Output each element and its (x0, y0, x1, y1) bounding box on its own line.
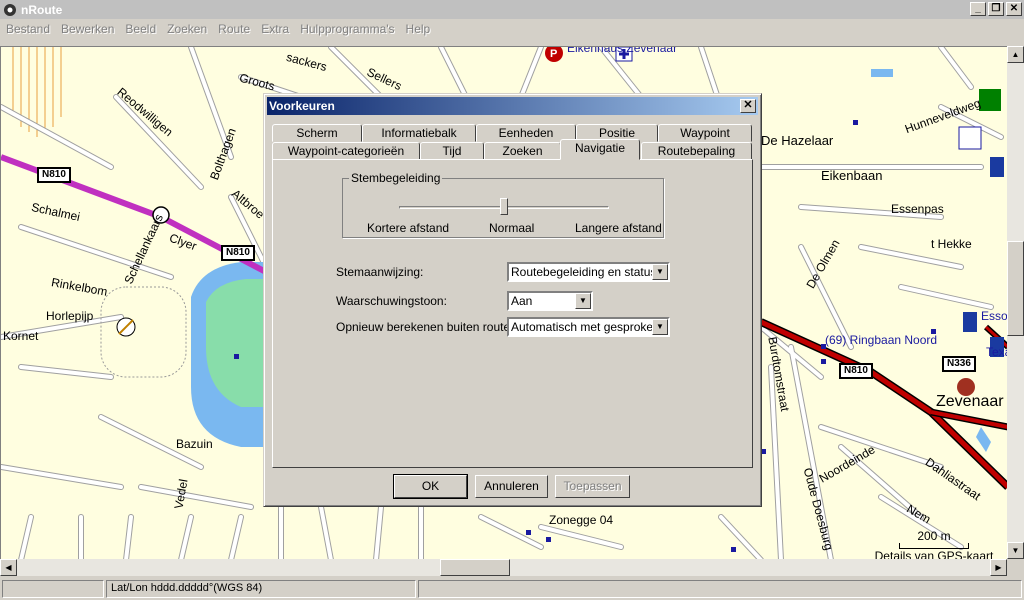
tab-tijd[interactable]: Tijd (420, 142, 484, 160)
map-label: Texa (986, 345, 1007, 359)
window-title: nRoute (21, 2, 63, 17)
scale-label: 200 m (917, 529, 951, 543)
chevron-down-icon[interactable]: ▼ (575, 293, 591, 309)
stemaanwijzing-label: Stemaanwijzing: (336, 265, 424, 279)
tab-navigatie[interactable]: Navigatie (560, 139, 640, 160)
ok-button[interactable]: OK (393, 474, 468, 499)
horizontal-scrollbar[interactable]: ◀ ▶ (0, 559, 1007, 576)
scroll-up-icon[interactable]: ▲ (1007, 46, 1024, 63)
waarschuwingstoon-label: Waarschuwingstoon: (336, 294, 447, 308)
menu-extra[interactable]: Extra (261, 22, 289, 36)
vertical-scroll-thumb[interactable] (1007, 241, 1024, 336)
road-shield: N810 (221, 245, 255, 261)
tab-scherm[interactable]: Scherm (272, 124, 362, 142)
map-label: Eikenbaan (821, 168, 883, 183)
dialog-title-bar: Voorkeuren ✕ (267, 97, 758, 115)
slider-max-label: Langere afstand (575, 221, 662, 235)
status-cell-empty (418, 580, 1022, 598)
map-label: Horlepijp (46, 309, 94, 323)
opnieuw-berekenen-value: Automatisch met gesproken al (511, 320, 670, 334)
menu-bestand[interactable]: Bestand (6, 22, 50, 36)
status-cell-empty (2, 580, 104, 598)
map-label: Zevenaar (936, 393, 1004, 410)
stembegeleiding-group: Stembegeleiding Kortere afstand Normaal … (342, 171, 664, 238)
svg-text:P: P (550, 48, 557, 60)
vertical-scrollbar[interactable]: ▲ ▼ (1007, 46, 1024, 559)
minimize-button[interactable]: _ (970, 2, 986, 16)
menu-beeld[interactable]: Beeld (125, 22, 156, 36)
distance-slider-thumb[interactable] (500, 198, 508, 215)
cancel-button[interactable]: Annuleren (475, 475, 548, 498)
map-label: Essenpas (891, 202, 944, 216)
opnieuw-berekenen-label: Opnieuw berekenen buiten route: (336, 320, 514, 334)
status-latlon: Lat/Lon hddd.ddddd°(WGS 84) (106, 580, 416, 598)
group-title: Stembegeleiding (349, 171, 443, 185)
waarschuwingstoon-value: Aan (511, 294, 533, 308)
maximize-button[interactable]: ❐ (988, 2, 1004, 16)
tab-routebepaling[interactable]: Routebepaling (641, 142, 752, 160)
preferences-dialog: Voorkeuren ✕ Scherm Informatiebalk Eenhe… (263, 93, 762, 507)
map-label: Kornet (3, 329, 39, 343)
tab-zoeken[interactable]: Zoeken (484, 142, 561, 160)
navigatie-panel: Stembegeleiding Kortere afstand Normaal … (272, 159, 753, 468)
menu-route[interactable]: Route (218, 22, 250, 36)
scroll-left-icon[interactable]: ◀ (0, 559, 17, 576)
menu-bewerken[interactable]: Bewerken (61, 22, 114, 36)
close-window-button[interactable]: ✕ (1006, 2, 1022, 16)
road-shield: N336 (942, 356, 976, 372)
map-label: (69) Ringbaan Noord (825, 333, 938, 347)
horizontal-scroll-thumb[interactable] (440, 559, 510, 576)
map-label: t Hekke (931, 237, 972, 251)
map-label: Eikenhaus Zevenaar (567, 46, 678, 55)
tab-waypoint-categorieen[interactable]: Waypoint-categorieën (272, 142, 420, 160)
menu-hulpprogrammas[interactable]: Hulpprogramma's (300, 22, 394, 36)
scroll-down-icon[interactable]: ▼ (1007, 542, 1024, 559)
map-scale: 200 m Details van GPS-kaart (869, 529, 999, 559)
map-label: De Hazelaar (761, 133, 834, 148)
stemaanwijzing-value: Routebegeleiding en status (511, 265, 657, 279)
waarschuwingstoon-select[interactable]: Aan ▼ (507, 291, 593, 311)
stemaanwijzing-select[interactable]: Routebegeleiding en status ▼ (507, 262, 670, 282)
menu-bar: Bestand Bewerken Beeld Zoeken Route Extr… (0, 19, 1024, 38)
map-label: Zonegge 04 (549, 513, 614, 527)
map-label: Bazuin (176, 437, 213, 451)
title-bar: nRoute _ ❐ ✕ (0, 0, 1024, 19)
tab-waypoint[interactable]: Waypoint (658, 124, 752, 142)
tab-informatiebalk[interactable]: Informatiebalk (362, 124, 476, 142)
dialog-close-icon[interactable]: ✕ (740, 99, 756, 113)
scroll-right-icon[interactable]: ▶ (990, 559, 1007, 576)
slider-min-label: Kortere afstand (367, 221, 450, 235)
menu-help[interactable]: Help (406, 22, 431, 36)
chevron-down-icon[interactable]: ▼ (652, 319, 668, 335)
status-bar: Lat/Lon hddd.ddddd°(WGS 84) (0, 578, 1024, 600)
chevron-down-icon[interactable]: ▼ (652, 264, 668, 280)
dialog-title: Voorkeuren (269, 99, 335, 113)
app-icon (4, 3, 16, 16)
slider-mid-label: Normaal (489, 221, 535, 235)
detail-label: Details van GPS-kaart (874, 549, 994, 559)
road-shield: N810 (37, 167, 71, 183)
opnieuw-berekenen-select[interactable]: Automatisch met gesproken al ▼ (507, 317, 670, 337)
map-label: Esso (981, 309, 1007, 323)
apply-button[interactable]: Toepassen (555, 475, 630, 498)
menu-zoeken[interactable]: Zoeken (167, 22, 207, 36)
road-shield: N810 (839, 363, 873, 379)
